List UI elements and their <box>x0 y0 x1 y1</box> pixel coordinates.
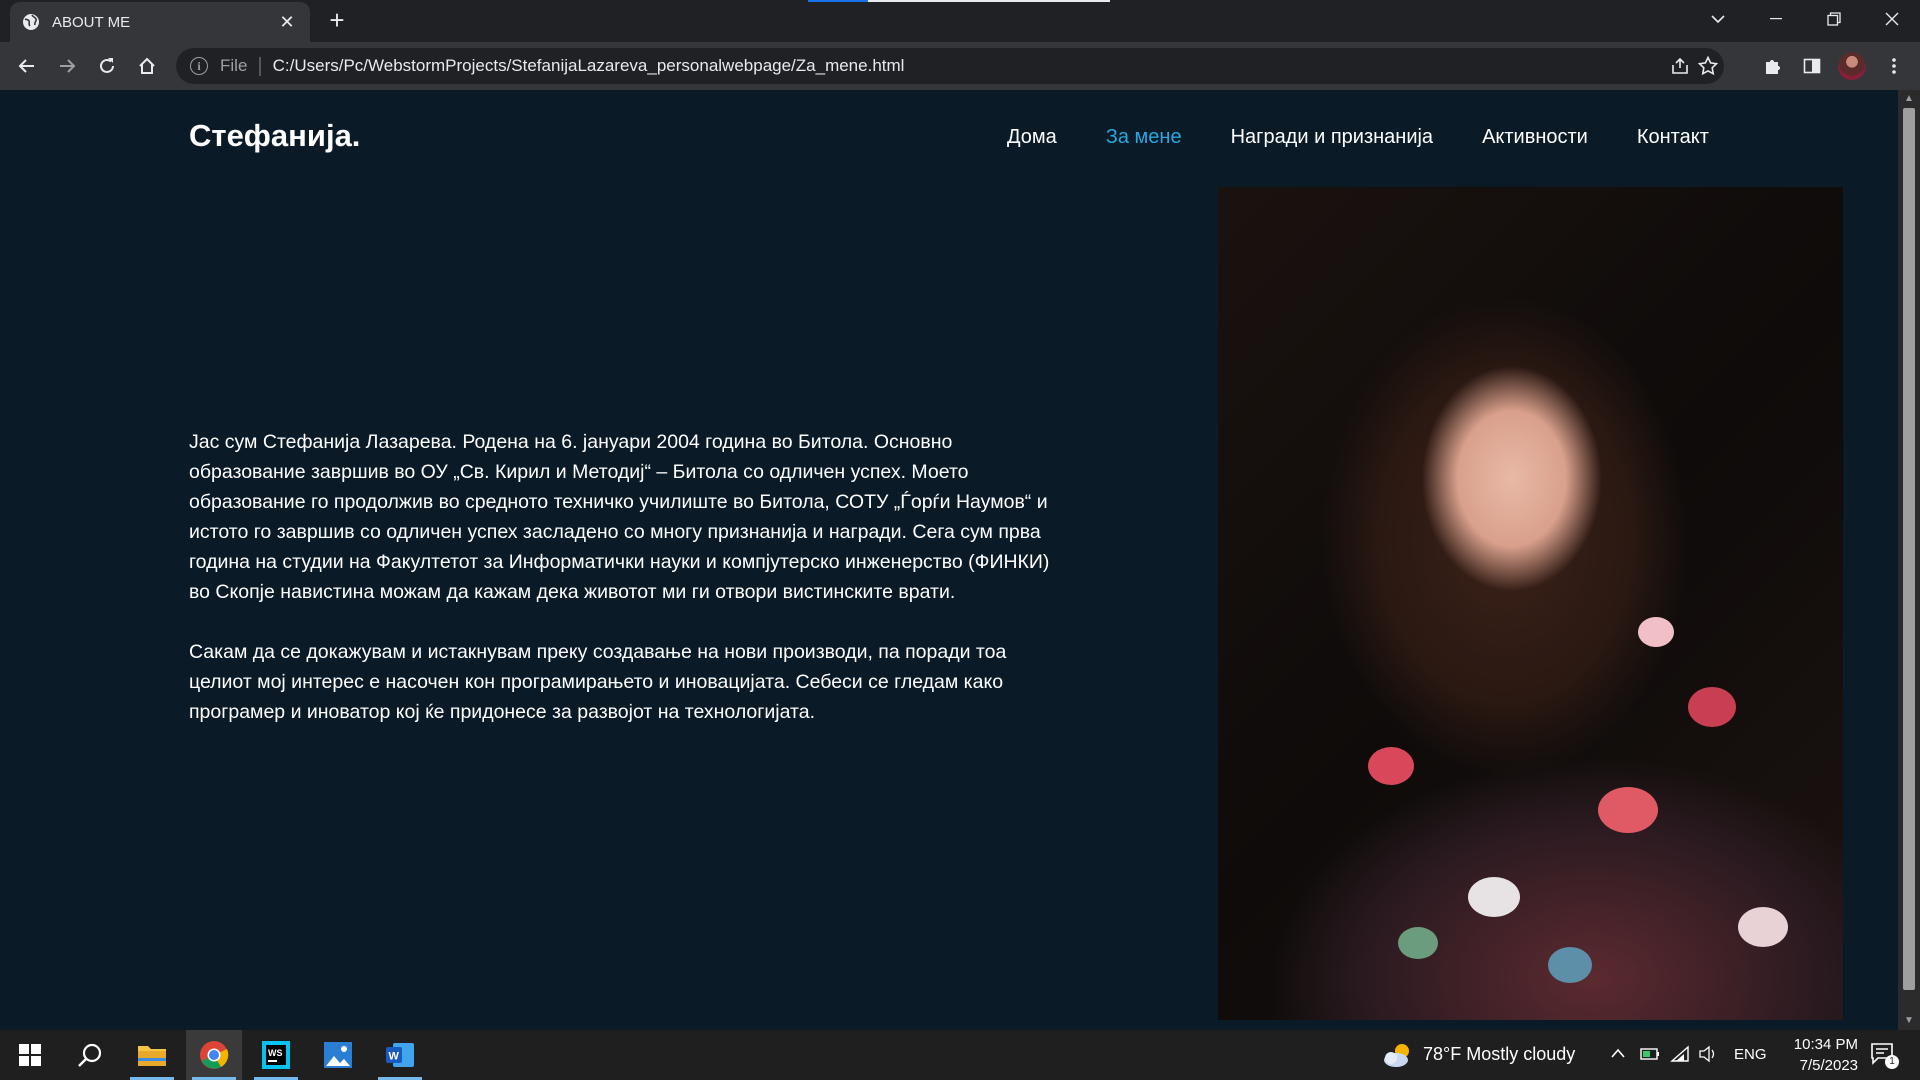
dress-flower-shape <box>1468 877 1520 917</box>
forward-icon[interactable] <box>51 50 83 82</box>
scrollbar-thumb[interactable] <box>1903 108 1915 990</box>
url-scheme-label: File <box>220 56 248 75</box>
profile-photo <box>1218 187 1843 1020</box>
nav-link-awards[interactable]: Награди и признанија <box>1231 126 1433 149</box>
menu-kebab-icon[interactable] <box>1878 50 1910 82</box>
battery-icon[interactable] <box>1640 1046 1660 1067</box>
tab-title: ABOUT ME <box>52 13 131 31</box>
dress-flower-shape <box>1368 747 1414 785</box>
windows-taskbar: WS W 78°F Mostly cloudy ENG 10:34 PM 7/5… <box>0 1030 1920 1080</box>
dress-flower-shape <box>1638 617 1674 647</box>
taskbar-clock[interactable]: 10:34 PM 7/5/2023 <box>1768 1034 1858 1076</box>
site-info-icon[interactable]: i <box>190 57 208 75</box>
profile-avatar[interactable] <box>1838 52 1866 80</box>
tab-close-icon[interactable]: ✕ <box>276 11 298 33</box>
web-page-viewport: Стефанија. Дома За мене Награди и призна… <box>0 90 1898 1030</box>
clock-date: 7/5/2023 <box>1799 1057 1858 1074</box>
browser-tab-active[interactable]: ABOUT ME ✕ <box>10 2 310 42</box>
nav-link-about[interactable]: За мене <box>1106 126 1182 149</box>
browser-toolbar: i File | C:/Users/Pc/WebstormProjects/St… <box>0 42 1920 90</box>
windows-start-icon[interactable] <box>2 1030 58 1080</box>
restore-icon[interactable] <box>1806 0 1862 38</box>
nav-link-contact[interactable]: Контакт <box>1637 126 1709 149</box>
wifi-icon[interactable] <box>1670 1045 1690 1068</box>
scroll-up-icon[interactable]: ▲ <box>1898 90 1920 108</box>
about-paragraph: Сакам да се докажувам и истакнувам преку… <box>189 641 1007 723</box>
side-panel-icon[interactable] <box>1796 50 1828 82</box>
file-explorer-icon[interactable] <box>124 1030 180 1080</box>
tab-loading-indicator <box>808 0 1110 2</box>
url-separator: | <box>257 54 263 77</box>
browser-tab-strip: ABOUT ME ✕ + <box>0 0 1920 42</box>
notification-center-icon[interactable]: 1 <box>1870 1042 1900 1070</box>
site-brand[interactable]: Стефанија. <box>189 118 360 154</box>
dress-flower-shape <box>1598 787 1658 833</box>
main-nav: Дома За мене Награди и признанија Активн… <box>1007 126 1709 149</box>
svg-text:W: W <box>389 1051 400 1063</box>
volume-icon[interactable] <box>1698 1045 1718 1068</box>
svg-text:WS: WS <box>268 1048 283 1058</box>
minimize-icon[interactable] <box>1748 0 1804 38</box>
weather-icon[interactable] <box>1382 1042 1414 1073</box>
scroll-down-icon[interactable]: ▼ <box>1898 1012 1920 1030</box>
word-icon[interactable]: W <box>372 1030 428 1080</box>
about-paragraph: Јас сум Стефанија Лазарева. Родена на 6.… <box>189 431 1050 603</box>
webstorm-icon[interactable]: WS <box>248 1030 304 1080</box>
weather-text[interactable]: 78°F Mostly cloudy <box>1423 1044 1575 1065</box>
dress-flower-shape <box>1738 907 1788 947</box>
dress-flower-shape <box>1548 947 1592 983</box>
dress-flower-shape <box>1688 687 1736 727</box>
back-icon[interactable] <box>11 50 43 82</box>
home-icon[interactable] <box>131 50 163 82</box>
chrome-taskbar-icon[interactable] <box>186 1030 242 1080</box>
photos-icon[interactable] <box>310 1030 366 1080</box>
nav-link-home[interactable]: Дома <box>1007 126 1057 149</box>
page-scrollbar[interactable]: ▲ ▼ <box>1898 90 1920 1030</box>
clock-time: 10:34 PM <box>1793 1036 1858 1053</box>
tray-chevron-up-icon[interactable] <box>1610 1046 1626 1064</box>
close-window-icon[interactable] <box>1864 0 1920 38</box>
url-text[interactable]: C:/Users/Pc/WebstormProjects/StefanijaLa… <box>273 56 905 76</box>
address-bar[interactable]: i File | C:/Users/Pc/WebstormProjects/St… <box>176 48 1724 84</box>
new-tab-button[interactable]: + <box>322 6 352 36</box>
tab-search-icon[interactable] <box>1690 0 1746 38</box>
search-icon[interactable] <box>62 1030 118 1080</box>
notification-badge: 1 <box>1885 1055 1899 1069</box>
dress-flower-shape <box>1398 927 1438 959</box>
about-text: Јас сум Стефанија Лазарева. Родена на 6.… <box>189 427 1059 757</box>
nav-link-activities[interactable]: Активности <box>1482 126 1588 149</box>
reload-icon[interactable] <box>91 50 123 82</box>
extensions-icon[interactable] <box>1756 50 1788 82</box>
language-indicator[interactable]: ENG <box>1734 1046 1767 1063</box>
bookmark-star-icon[interactable] <box>1692 50 1724 82</box>
globe-icon <box>22 13 40 31</box>
